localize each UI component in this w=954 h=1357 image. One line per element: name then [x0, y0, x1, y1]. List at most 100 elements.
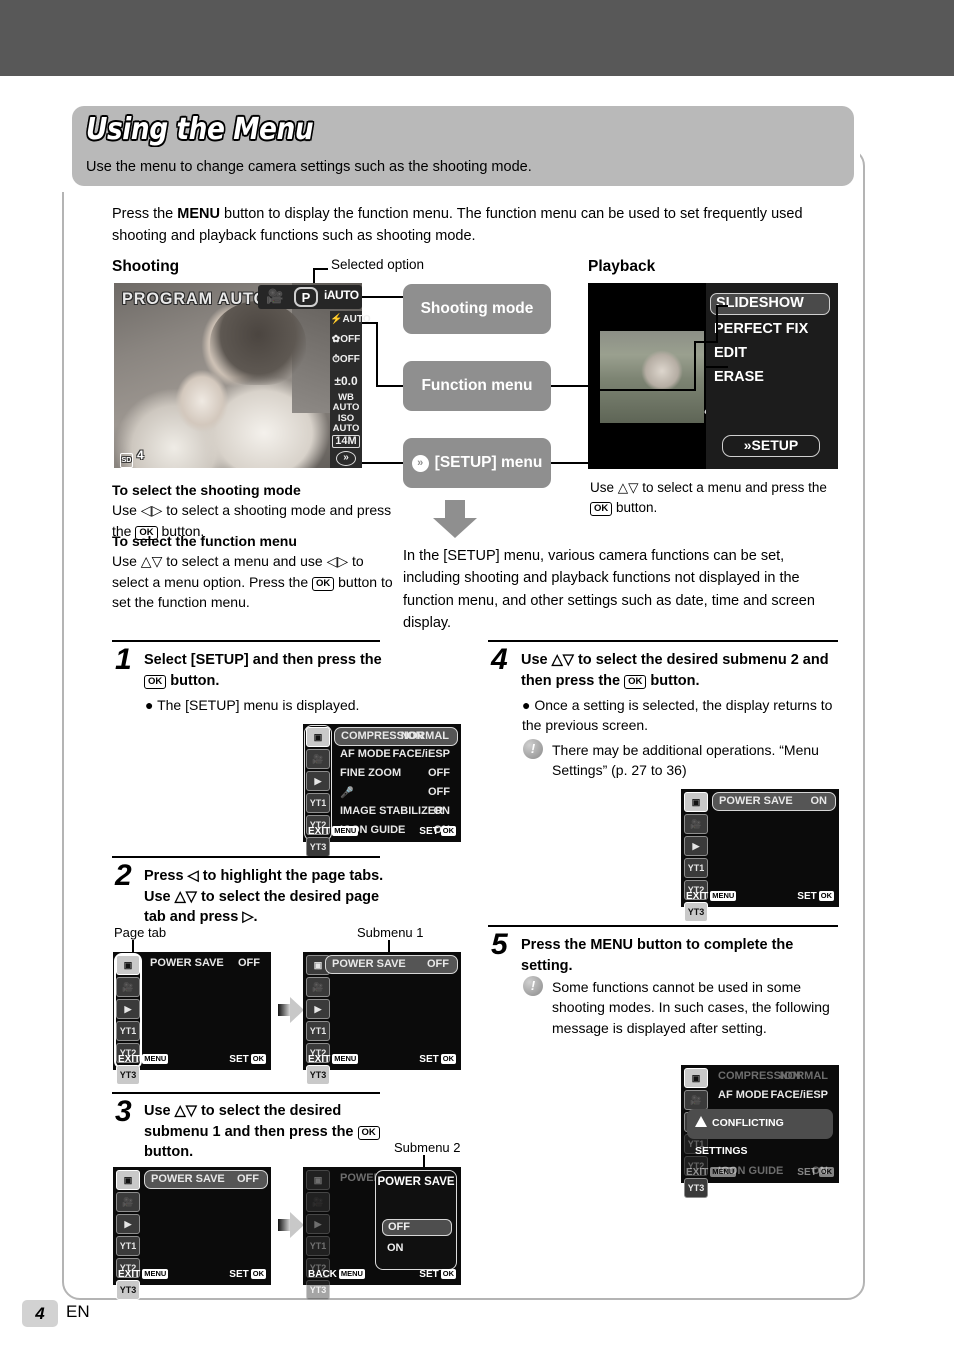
- set-label: SET OK: [797, 1167, 834, 1178]
- page-tab-yt1[interactable]: YT1: [116, 1236, 140, 1256]
- page-language-label: EN: [66, 1302, 90, 1321]
- setup-chevron-icon[interactable]: »: [336, 451, 356, 466]
- playback-item-slideshow[interactable]: SLIDESHOW: [710, 293, 830, 315]
- page-tab-movie[interactable]: 🎥: [116, 977, 140, 997]
- page-tab-yt3[interactable]: YT3: [684, 1178, 708, 1198]
- table-row[interactable]: POWER SAVE OFF: [144, 955, 268, 974]
- setup-menu-paragraph: In the [SETUP] menu, various camera func…: [403, 548, 815, 632]
- page-tab-movie[interactable]: 🎥: [684, 1090, 708, 1110]
- step-divider-1: [112, 640, 380, 642]
- left-right-pad-icon: ◁▷: [326, 553, 349, 570]
- page-tab-yt3[interactable]: YT3: [684, 902, 708, 922]
- playback-item-erase[interactable]: ERASE: [714, 369, 764, 385]
- page-number-badge: 4: [22, 1300, 58, 1327]
- page-tab-camera[interactable]: ▣: [116, 955, 140, 975]
- page-tab-playback[interactable]: ▶: [116, 999, 140, 1019]
- page-tab-yt3[interactable]: YT3: [306, 1065, 330, 1085]
- shooting-note-2: To select the function menu Use △▽ to se…: [112, 533, 393, 610]
- submenu1-screenshot: ▣ 🎥 ▶ YT1 YT2 YT3 POWER SAVE OFF EXIT MENU…: [303, 952, 461, 1085]
- page-tab-playback[interactable]: ▶: [116, 1214, 140, 1234]
- table-row[interactable]: FINE ZOOM OFF: [334, 765, 458, 784]
- iauto-mode-label[interactable]: iAUTO: [324, 288, 359, 302]
- callout-line-horizontal: [313, 268, 328, 270]
- submenu2-option-on[interactable]: ON: [382, 1241, 452, 1258]
- exposure-comp-row[interactable]: ±0.0: [330, 375, 362, 387]
- page-tab-movie[interactable]: 🎥: [116, 1192, 140, 1212]
- set-label: SET OK: [229, 1054, 266, 1065]
- flash-icon-row[interactable]: ⚡AUTO: [330, 315, 371, 325]
- p-mode-badge[interactable]: P: [294, 287, 318, 307]
- page-tab-camera[interactable]: ▣: [116, 1170, 140, 1190]
- flow-arrow-right: [278, 1212, 304, 1238]
- exit-label: EXIT MENU: [686, 891, 737, 902]
- table-row[interactable]: IMAGE STABILIZER ON: [334, 803, 458, 822]
- left-right-pad-icon: ◁▷: [140, 502, 163, 519]
- shooting-mode-strip: 🎥 P iAUTO: [258, 285, 362, 309]
- page-subtitle: Use the menu to change camera settings s…: [86, 159, 532, 175]
- exit-label: EXIT MENU: [686, 1167, 737, 1178]
- page-tab-movie[interactable]: 🎥: [684, 814, 708, 834]
- page-title: Using the Menu: [86, 112, 314, 147]
- table-row[interactable]: POWER SAVE OFF: [144, 1170, 268, 1189]
- shooting-screen: [114, 283, 362, 468]
- up-down-pad-icon: △▽: [551, 652, 574, 668]
- playback-item-perfect-fix[interactable]: PERFECT FIX: [714, 321, 808, 337]
- top-dark-banner: [0, 0, 954, 76]
- sample-photo-playback: [600, 331, 704, 423]
- page-tab-yt1[interactable]: YT1: [116, 1021, 140, 1041]
- page-tab-yt3[interactable]: YT3: [116, 1280, 140, 1300]
- page-tab-yt1[interactable]: YT1: [306, 1236, 330, 1256]
- page-tab-camera[interactable]: ▣: [306, 727, 330, 747]
- back-label: BACK MENU: [308, 1269, 365, 1280]
- screen-footer: EXIT MENU SET OK: [303, 1054, 461, 1068]
- exit-label: EXIT MENU: [118, 1054, 169, 1065]
- intro-paragraph: Press the MENU button to display the fun…: [112, 204, 812, 248]
- page-tab-movie[interactable]: 🎥: [306, 749, 330, 769]
- table-row[interactable]: COMPRESSION NORMAL: [334, 727, 458, 746]
- connector-pb-4: [716, 305, 718, 343]
- table-row[interactable]: 🎤 OFF: [334, 784, 458, 803]
- table-row[interactable]: POWER SAVE OFF: [325, 955, 458, 974]
- playback-item-edit[interactable]: EDIT: [714, 345, 747, 361]
- image-size-row[interactable]: 14M: [332, 435, 360, 448]
- page-tab-yt1[interactable]: YT1: [306, 1021, 330, 1041]
- connector-function-b: [376, 322, 378, 386]
- self-timer-icon-row[interactable]: ⏱OFF: [330, 355, 362, 365]
- callout-shooting-mode: Shooting mode: [403, 284, 551, 334]
- iso-row[interactable]: ISO AUTO: [330, 414, 362, 433]
- page-tab-playback[interactable]: ▶: [306, 771, 330, 791]
- step-divider-2: [112, 856, 380, 858]
- page-tab-playback[interactable]: ▶: [306, 1214, 330, 1234]
- up-down-pad-icon: △▽: [140, 553, 163, 570]
- screen-footer: EXIT MENU SET OK: [681, 891, 839, 905]
- microphone-icon: 🎤: [340, 787, 354, 799]
- table-row[interactable]: AF MODE FACE/iESP: [334, 746, 458, 765]
- page-tab-camera[interactable]: ▣: [684, 1068, 708, 1088]
- shooting-heading: Shooting: [112, 258, 180, 275]
- page-tab-camera[interactable]: ▣: [684, 792, 708, 812]
- page-tab-yt3[interactable]: YT3: [116, 1065, 140, 1085]
- page-tab-camera[interactable]: ▣: [306, 1170, 330, 1190]
- step-1-heading: Select [SETUP] and then press the OK but…: [144, 652, 382, 689]
- macro-icon-row[interactable]: ✿OFF: [330, 335, 362, 345]
- page-tab-movie[interactable]: 🎥: [306, 1192, 330, 1212]
- movie-mode-icon[interactable]: 🎥: [266, 289, 283, 303]
- page-tab-movie[interactable]: 🎥: [306, 977, 330, 997]
- step-5-note: Some functions cannot be used in some sh…: [552, 979, 830, 1036]
- white-balance-row[interactable]: WB AUTO: [330, 393, 362, 412]
- step-4-note: There may be additional operations. “Men…: [552, 742, 819, 779]
- conflict-message-banner: CONFLICTING SETTINGS: [687, 1109, 833, 1157]
- page-tab-playback[interactable]: ▶: [684, 836, 708, 856]
- conflicting-settings-screenshot: ▣ 🎥 ▶ YT1 YT2 YT3 COMPRESSIONNORMAL AF M…: [681, 1065, 839, 1198]
- page-tab-yt1[interactable]: YT1: [306, 793, 330, 813]
- playback-setup-button[interactable]: »SETUP: [722, 435, 820, 457]
- page-tab-yt3[interactable]: YT3: [306, 837, 330, 857]
- table-row[interactable]: POWER SAVE ON: [712, 792, 836, 811]
- up-down-pad-icon: △▽: [617, 480, 639, 495]
- page-tab-yt3[interactable]: YT3: [306, 1280, 330, 1300]
- connector-function-c: [376, 385, 403, 387]
- step-number-5: 5: [491, 928, 508, 961]
- page-tab-yt1[interactable]: YT1: [684, 858, 708, 878]
- submenu2-option-off[interactable]: OFF: [382, 1219, 452, 1236]
- page-tab-playback[interactable]: ▶: [306, 999, 330, 1019]
